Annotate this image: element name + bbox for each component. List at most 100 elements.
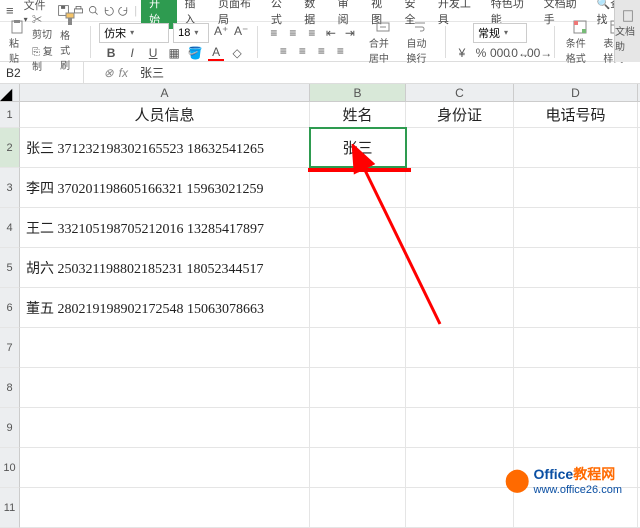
cell-c4[interactable] [406,208,514,247]
align-right-icon[interactable]: ≡ [313,43,329,59]
number-format-selector[interactable]: 常规▾ [473,23,527,43]
red-underline-annotation [308,168,411,172]
cell-b4[interactable] [310,208,406,247]
cell-b5[interactable] [310,248,406,287]
indent-inc-icon[interactable]: ⇥ [342,25,358,41]
cell-d1[interactable]: 电话号码 [514,102,638,127]
dec-decimal-icon[interactable]: .00→ [530,45,546,61]
cell-c6[interactable] [406,288,514,327]
ribbon-toolbar: 粘贴 ✂ 剪切 ⎘ 复制 格式刷 仿宋▾ 18▾ A⁺ A⁻ B I U ▦ 🪣… [0,22,640,62]
currency-icon[interactable]: ¥ [454,45,470,61]
row-header-11[interactable]: 11 [0,488,20,528]
italic-icon[interactable]: I [124,45,140,61]
justify-icon[interactable]: ≡ [332,43,348,59]
row-header-3[interactable]: 3 [0,168,20,208]
cell-d7[interactable] [514,328,638,367]
align-left-icon[interactable]: ≡ [275,43,291,59]
cell-b3[interactable] [310,168,406,207]
cell-d3[interactable] [514,168,638,207]
paste-button[interactable]: 粘贴 [6,18,28,66]
align-bot-icon[interactable]: ≡ [304,25,320,41]
fx-cancel-icon[interactable]: ⊗ [104,66,114,80]
percent-icon[interactable]: % [473,45,489,61]
cell-d2[interactable] [514,128,638,167]
cell-b10[interactable] [310,448,406,487]
formula-bar: B2 ⊗ fx 张三 [0,62,640,84]
font-selector[interactable]: 仿宋▾ [99,23,169,43]
cell-a10[interactable] [20,448,310,487]
cut-button[interactable]: ✂ 剪切 [32,11,53,41]
col-header-d[interactable]: D [514,84,638,101]
bold-icon[interactable]: B [103,45,119,61]
decrease-font-icon[interactable]: A⁻ [233,23,249,39]
watermark-logo: ⬤ Office教程网 www.office26.com [505,464,622,496]
cell-d4[interactable] [514,208,638,247]
row-header-4[interactable]: 4 [0,208,20,248]
cell-d6[interactable] [514,288,638,327]
cell-b8[interactable] [310,368,406,407]
cell-a2[interactable]: 张三 371232198302165523 18632541265 [20,128,310,167]
col-header-b[interactable]: B [310,84,406,101]
redo-icon[interactable] [117,4,130,17]
merge-button[interactable]: 合并居中 [366,18,400,66]
cell-c1[interactable]: 身份证 [406,102,514,127]
cell-c11[interactable] [406,488,514,527]
row-header-2[interactable]: 2 [0,128,20,168]
font-color-icon[interactable]: A [208,45,224,61]
col-header-a[interactable]: A [20,84,310,101]
indent-dec-icon[interactable]: ⇤ [323,25,339,41]
name-box[interactable]: B2 [0,62,84,83]
cell-b6[interactable] [310,288,406,327]
cell-b2-active[interactable]: 张三 [310,128,406,167]
cell-a7[interactable] [20,328,310,367]
align-top-icon[interactable]: ≡ [266,25,282,41]
preview-icon[interactable] [87,4,100,17]
row-header-5[interactable]: 5 [0,248,20,288]
row-header-8[interactable]: 8 [0,368,20,408]
cell-c8[interactable] [406,368,514,407]
cell-c7[interactable] [406,328,514,367]
cell-c10[interactable] [406,448,514,487]
col-header-c[interactable]: C [406,84,514,101]
align-center-icon[interactable]: ≡ [294,43,310,59]
cell-a1[interactable]: 人员信息 [20,102,310,127]
increase-font-icon[interactable]: A⁺ [213,23,229,39]
cell-b9[interactable] [310,408,406,447]
cell-a11[interactable] [20,488,310,527]
border-icon[interactable]: ▦ [166,45,182,61]
cell-b11[interactable] [310,488,406,527]
doc-helper-panel[interactable]: 文档助 [614,0,640,62]
fill-color-icon[interactable]: 🪣 [187,45,203,61]
cell-b7[interactable] [310,328,406,367]
row-header-6[interactable]: 6 [0,288,20,328]
cell-c3[interactable] [406,168,514,207]
cell-d9[interactable] [514,408,638,447]
row-header-1[interactable]: 1 [0,102,20,128]
cell-c2[interactable] [406,128,514,167]
row-header-9[interactable]: 9 [0,408,20,448]
highlight-icon[interactable]: ◇ [229,45,245,61]
select-all-corner[interactable]: ◢ [0,84,20,102]
underline-icon[interactable]: U [145,45,161,61]
row-header-7[interactable]: 7 [0,328,20,368]
font-size-selector[interactable]: 18▾ [173,23,209,43]
wrap-button[interactable]: 自动换行 [404,18,438,66]
cell-c5[interactable] [406,248,514,287]
cell-a6[interactable]: 董五 280219198902172548 15063078663 [20,288,310,327]
cell-a3[interactable]: 李四 370201198605166321 15963021259 [20,168,310,207]
cell-d8[interactable] [514,368,638,407]
cell-a5[interactable]: 胡六 250321198802185231 18052344517 [20,248,310,287]
cond-format-button[interactable]: 条件格式 [563,18,597,66]
row-header-10[interactable]: 10 [0,448,20,488]
undo-icon[interactable] [102,4,115,17]
formula-input[interactable]: 张三 [134,64,640,81]
cell-a8[interactable] [20,368,310,407]
cell-d5[interactable] [514,248,638,287]
comma-icon[interactable]: 000 [492,45,508,61]
fx-icon[interactable]: fx [119,66,128,80]
cell-a4[interactable]: 王二 332105198705212016 13285417897 [20,208,310,247]
cell-c9[interactable] [406,408,514,447]
align-mid-icon[interactable]: ≡ [285,25,301,41]
cell-a9[interactable] [20,408,310,447]
cell-b1[interactable]: 姓名 [310,102,406,127]
